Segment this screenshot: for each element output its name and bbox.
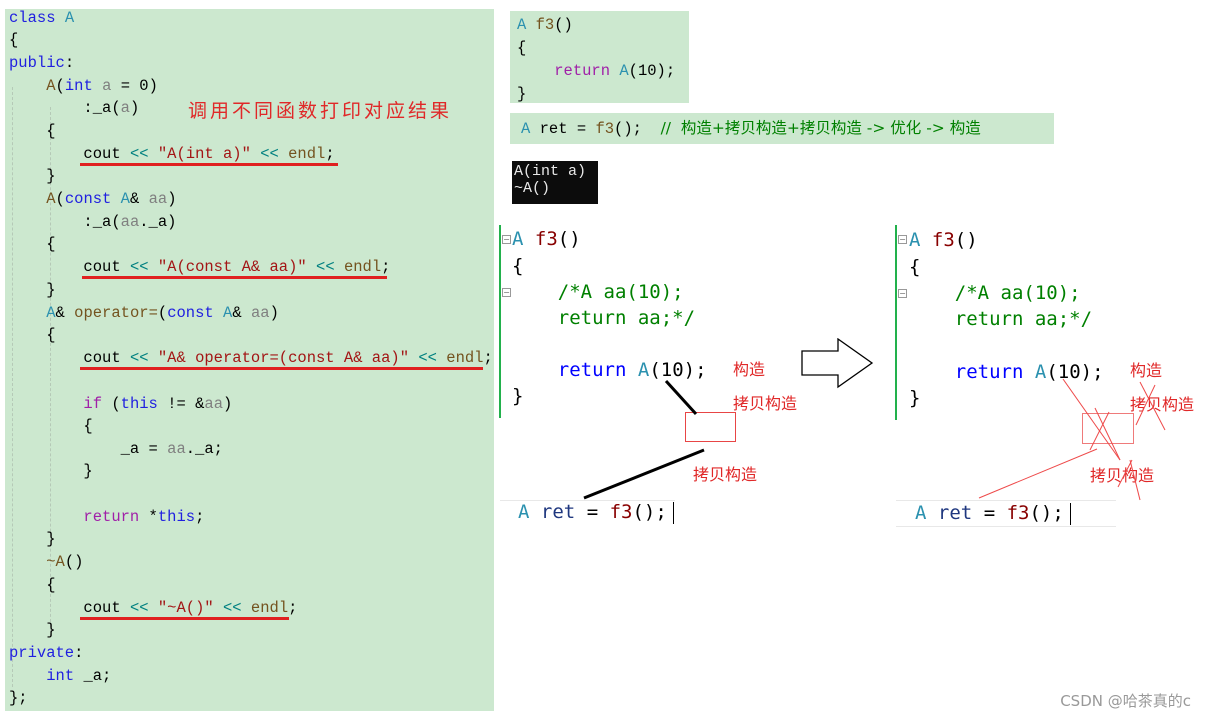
arrow-line-temp-to-ret: [978, 448, 1098, 499]
strike-line: [1117, 459, 1133, 488]
ret-line-border-top: [896, 500, 1116, 501]
strike-line: [1129, 459, 1141, 501]
ret-line-border-bottom: [896, 526, 1116, 527]
text-cursor: [1070, 503, 1071, 525]
strikethrough-marks: [978, 378, 1166, 501]
ret-statement: A ret = f3();: [915, 502, 1064, 524]
watermark: CSDN @哈茶真的c: [1060, 692, 1191, 710]
